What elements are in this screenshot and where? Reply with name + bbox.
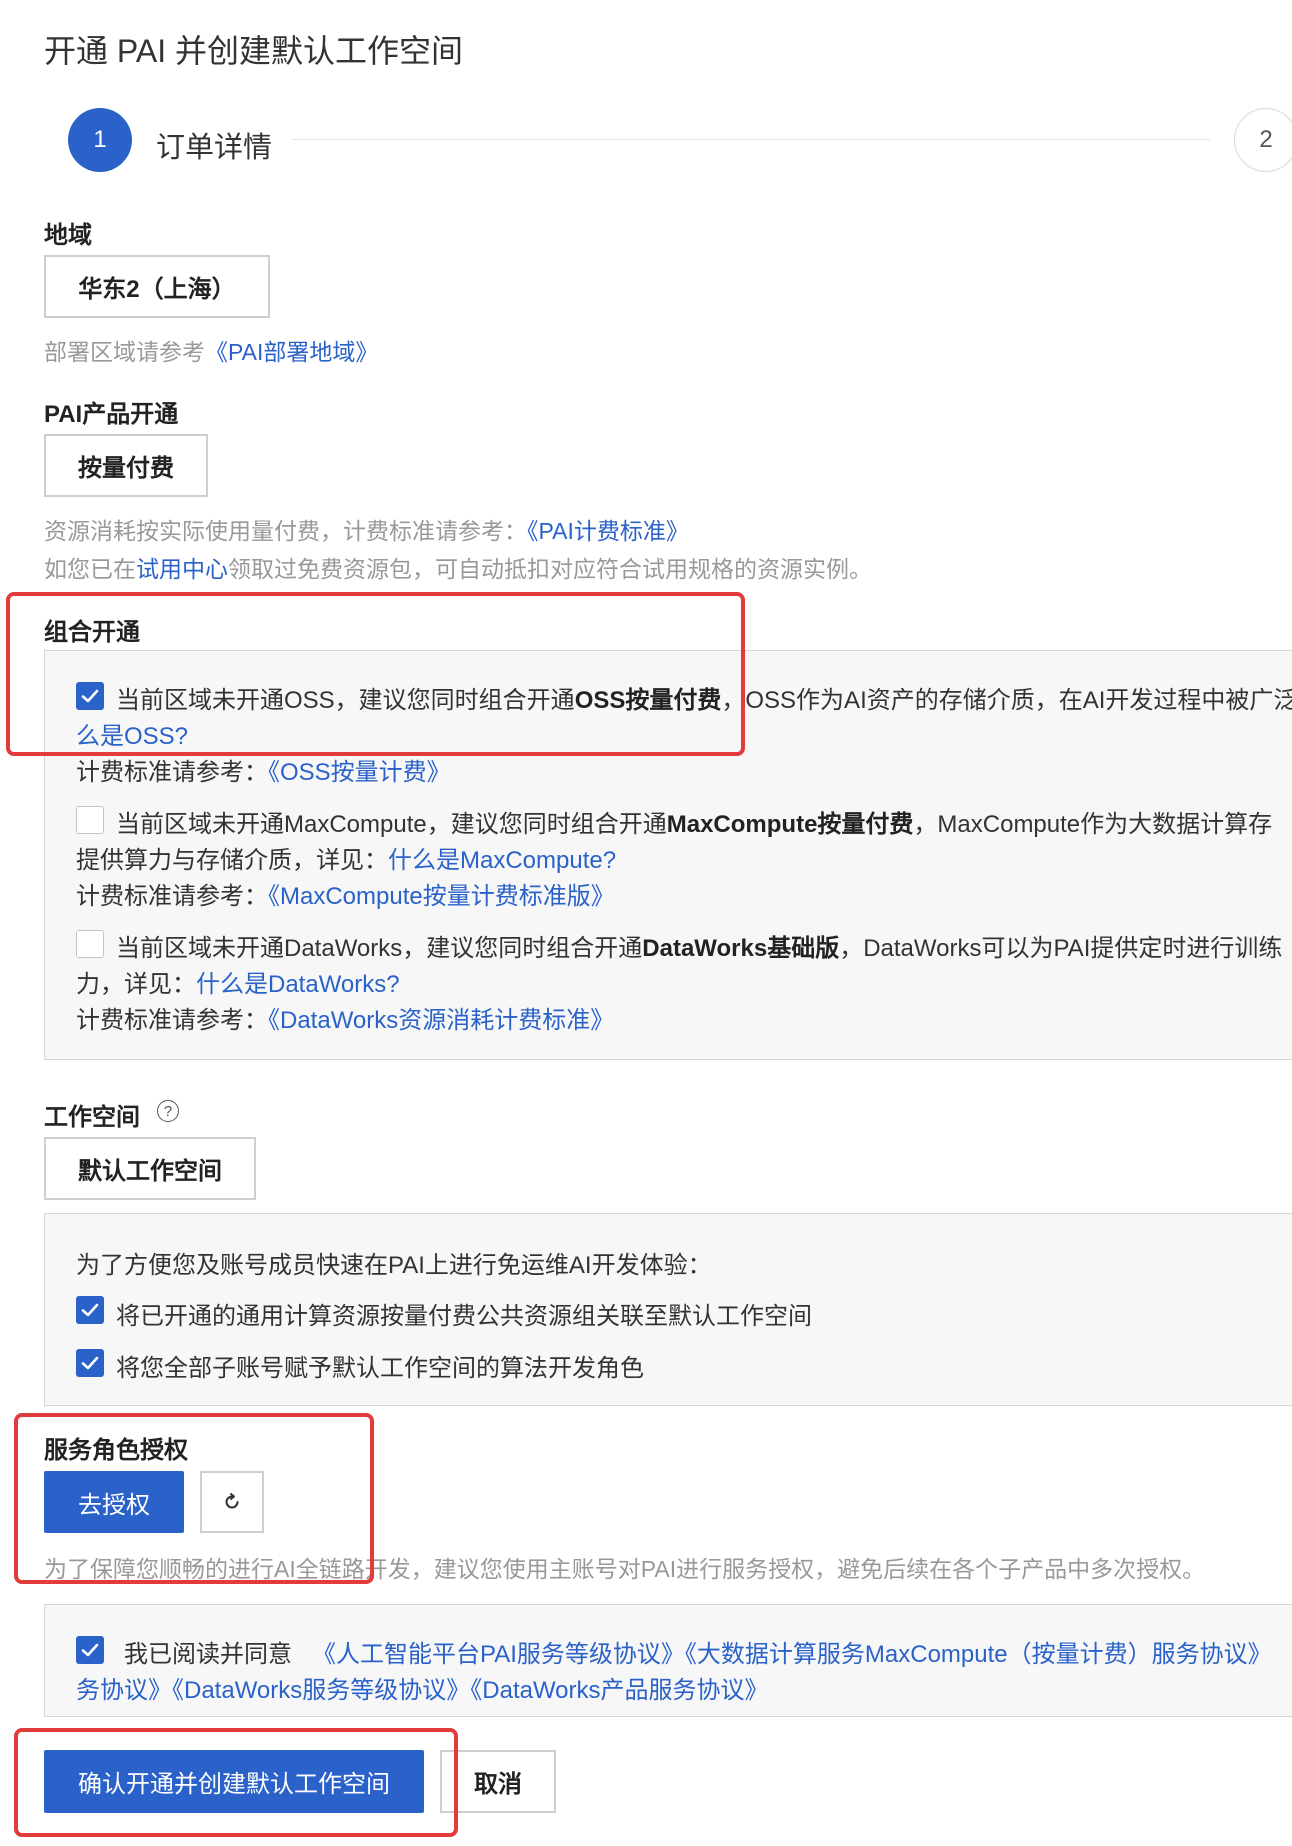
maxcompute-line1: 当前区域未开通MaxCompute，建议您同时组合开通MaxCompute按量付… — [116, 804, 1272, 839]
check-icon — [81, 1643, 99, 1657]
region-hint: 部署区域请参考《PAI部署地域》 — [44, 333, 378, 367]
trial-hint-b: 领取过免费资源包，可自动抵扣对应符合试用规格的资源实例。 — [228, 556, 872, 582]
workspace-option2-checkbox[interactable] — [76, 1349, 104, 1377]
maxcompute-line3: 计费标准请参考：《MaxCompute按量计费标准版》 — [76, 876, 615, 911]
maxcompute-billing-link[interactable]: 《MaxCompute按量计费标准版》 — [268, 883, 615, 910]
oss-billing-link[interactable]: 《OSS按量计费》 — [268, 759, 451, 786]
agreement-line1: 我已阅读并同意 《人工智能平台PAI服务等级协议》《大数据计算服务MaxCompu… — [124, 1634, 1272, 1669]
region-option-shanghai[interactable]: 华东2（上海） — [44, 255, 270, 318]
dw-line1-b: ，DataWorks可以为PAI提供定时进行训练 — [839, 935, 1283, 962]
highlight-box-service-role — [14, 1413, 374, 1584]
dataworks-sla-link[interactable]: 《DataWorks服务等级协议》 — [172, 1677, 470, 1704]
pai-billing-link[interactable]: 《PAI计费标准》 — [527, 518, 689, 544]
page-title: 开通 PAI 并创建默认工作空间 — [44, 33, 463, 69]
mc-line1-a: 当前区域未开通MaxCompute，建议您同时组合开通 — [116, 811, 667, 838]
workspace-option2-label: 将您全部子账号赋予默认工作空间的算法开发角色 — [116, 1355, 644, 1382]
trial-center-hint: 如您已在试用中心领取过免费资源包，可自动抵扣对应符合试用规格的资源实例。 — [44, 550, 872, 584]
dw-billing-prefix: 计费标准请参考： — [76, 1007, 268, 1034]
oss-line3: 计费标准请参考：《OSS按量计费》 — [76, 752, 451, 787]
trial-hint-a: 如您已在 — [44, 556, 136, 582]
step-1-label: 订单详情 — [156, 132, 273, 164]
trial-center-link[interactable]: 试用中心 — [136, 556, 228, 582]
step-connector — [292, 139, 1210, 140]
workspace-label: 工作空间 — [44, 1104, 140, 1131]
mc-line1-bold: MaxCompute按量付费 — [666, 811, 914, 838]
region-doc-link[interactable]: 《PAI部署地域》 — [205, 339, 378, 365]
dataworks-line1: 当前区域未开通DataWorks，建议您同时组合开通DataWorks基础版，D… — [116, 928, 1282, 963]
dataworks-checkbox[interactable] — [76, 930, 104, 958]
maxcompute-checkbox[interactable] — [76, 806, 104, 834]
dataworks-billing-link[interactable]: 《DataWorks资源消耗计费标准》 — [268, 1007, 614, 1034]
dw-line1-bold: DataWorks基础版 — [642, 935, 840, 962]
mc-line2-a: 提供算力与存储介质，详见： — [76, 847, 388, 874]
help-icon[interactable]: ? — [157, 1100, 179, 1122]
highlight-box-confirm — [14, 1728, 458, 1837]
workspace-intro: 为了方便您及账号成员快速在PAI上进行免运维AI开发体验： — [76, 1252, 712, 1279]
maxcompute-line2: 提供算力与存储介质，详见：什么是MaxCompute? — [76, 840, 616, 875]
workspace-option1-checkbox[interactable] — [76, 1296, 104, 1324]
agreement-line2: 务协议》《DataWorks服务等级协议》《DataWorks产品服务协议》 — [76, 1670, 769, 1705]
oss-line1-b: ，OSS作为AI资产的存储介质，在AI开发过程中被广泛 — [721, 687, 1292, 714]
oss-billing-prefix: 计费标准请参考： — [76, 759, 268, 786]
pai-billing-hint-text: 资源消耗按实际使用量付费，计费标准请参考： — [44, 518, 527, 544]
highlight-box-combo — [6, 592, 745, 756]
pai-product-label: PAI产品开通 — [44, 401, 179, 428]
check-icon — [81, 1303, 99, 1317]
pai-sla-link[interactable]: 《人工智能平台PAI服务等级协议》 — [312, 1641, 685, 1668]
dataworks-line3: 计费标准请参考：《DataWorks资源消耗计费标准》 — [76, 1000, 614, 1035]
service-agreement-link[interactable]: 务协议》 — [76, 1677, 172, 1704]
region-hint-text: 部署区域请参考 — [44, 339, 205, 365]
dataworks-service-agreement-link[interactable]: 《DataWorks产品服务协议》 — [470, 1677, 768, 1704]
mc-line1-b: ，MaxCompute作为大数据计算存 — [913, 811, 1273, 838]
dataworks-line2: 力，详见：什么是DataWorks? — [76, 964, 400, 999]
workspace-option1-label: 将已开通的通用计算资源按量付费公共资源组关联至默认工作空间 — [116, 1303, 812, 1330]
dw-line2-a: 力，详见： — [76, 971, 196, 998]
default-workspace-option[interactable]: 默认工作空间 — [44, 1137, 256, 1200]
pai-billing-hint: 资源消耗按实际使用量付费，计费标准请参考：《PAI计费标准》 — [44, 512, 689, 546]
dw-line1-a: 当前区域未开通DataWorks，建议您同时组合开通 — [116, 935, 643, 962]
agreement-prefix: 我已阅读并同意 — [124, 1641, 292, 1668]
step-1-indicator: 1 — [68, 108, 132, 172]
region-label: 地域 — [44, 222, 92, 249]
what-is-maxcompute-link[interactable]: 什么是MaxCompute? — [388, 847, 616, 874]
maxcompute-agreement-link[interactable]: 《大数据计算服务MaxCompute（按量计费）服务协议》 — [685, 1641, 1272, 1668]
mc-billing-prefix: 计费标准请参考： — [76, 883, 268, 910]
step-2-indicator: 2 — [1234, 108, 1292, 172]
agreement-checkbox[interactable] — [76, 1636, 104, 1664]
check-icon — [81, 1356, 99, 1370]
what-is-dataworks-link[interactable]: 什么是DataWorks? — [196, 971, 400, 998]
pay-as-you-go-option[interactable]: 按量付费 — [44, 434, 208, 497]
